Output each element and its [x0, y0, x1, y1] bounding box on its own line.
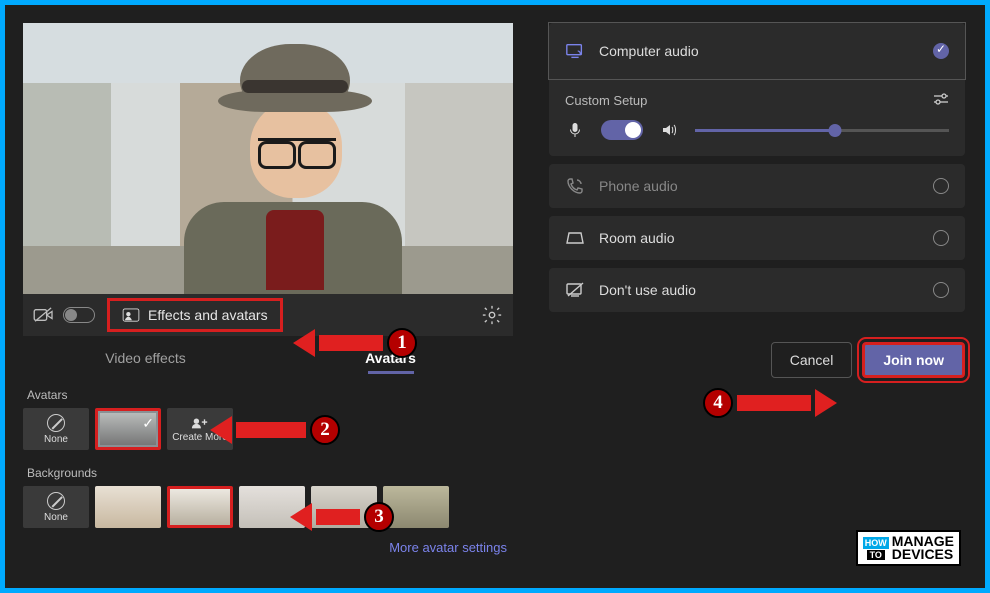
tab-video-effects[interactable]: Video effects	[23, 350, 268, 374]
room-icon	[565, 231, 585, 245]
create-more-icon	[191, 416, 209, 430]
left-pane: Effects and avatars Video effects Avatar…	[5, 5, 533, 588]
video-preview	[23, 23, 513, 294]
custom-setup-row[interactable]: Custom Setup	[549, 79, 965, 114]
phone-audio-card[interactable]: Phone audio	[549, 164, 965, 208]
watermark: HOW TO MANAGE DEVICES	[856, 530, 961, 566]
effects-label: Effects and avatars	[148, 307, 268, 323]
audio-controls	[549, 114, 965, 156]
tab-avatars[interactable]: Avatars	[268, 350, 513, 374]
effects-icon	[122, 308, 140, 322]
computer-audio-icon	[565, 42, 585, 60]
background-none[interactable]: None	[23, 486, 89, 528]
effects-and-avatars-button[interactable]: Effects and avatars	[107, 298, 283, 332]
settings-button[interactable]	[481, 304, 503, 326]
video-toolbar: Effects and avatars	[23, 294, 513, 336]
microphone-toggle[interactable]	[601, 120, 643, 140]
computer-audio-row[interactable]: Computer audio	[549, 23, 965, 79]
computer-audio-card[interactable]: Computer audio Custom Setup	[549, 23, 965, 156]
backgrounds-label: Backgrounds	[27, 466, 533, 480]
background-option-5[interactable]	[383, 486, 449, 528]
phone-audio-row[interactable]: Phone audio	[549, 164, 965, 208]
speaker-icon	[659, 122, 679, 138]
watermark-to: TO	[867, 550, 885, 560]
phone-icon	[565, 177, 585, 195]
phone-audio-radio[interactable]	[933, 178, 949, 194]
none-label: None	[44, 434, 68, 445]
background-option-2-selected[interactable]	[167, 486, 233, 528]
none-icon	[47, 414, 65, 432]
phone-audio-label: Phone audio	[599, 178, 919, 194]
avatars-row: None ✓ Create More	[23, 408, 533, 450]
effects-tabs: Video effects Avatars	[23, 336, 513, 382]
avatars-label: Avatars	[27, 388, 533, 402]
more-avatar-settings-link[interactable]: More avatar settings	[23, 540, 513, 555]
checkmark-icon: ✓	[142, 415, 154, 432]
none-icon	[47, 492, 65, 510]
none-label: None	[44, 512, 68, 523]
camera-off-icon	[33, 307, 55, 323]
right-pane: Computer audio Custom Setup	[533, 5, 985, 588]
watermark-line2: DEVICES	[892, 548, 954, 561]
background-option-1[interactable]	[95, 486, 161, 528]
room-audio-row[interactable]: Room audio	[549, 216, 965, 260]
computer-audio-label: Computer audio	[599, 43, 919, 59]
no-audio-card[interactable]: Don't use audio	[549, 268, 965, 312]
create-more-label: Create More	[172, 432, 228, 443]
volume-slider[interactable]	[695, 129, 949, 132]
no-audio-radio[interactable]	[933, 282, 949, 298]
microphone-icon	[565, 122, 585, 138]
cancel-button[interactable]: Cancel	[771, 342, 853, 378]
custom-setup-label: Custom Setup	[565, 93, 647, 108]
no-audio-icon	[565, 282, 585, 298]
footer-buttons: Cancel Join now	[549, 342, 965, 378]
create-more-avatars[interactable]: Create More	[167, 408, 233, 450]
room-audio-radio[interactable]	[933, 230, 949, 246]
background-option-3[interactable]	[239, 486, 305, 528]
avatar-none[interactable]: None	[23, 408, 89, 450]
no-audio-label: Don't use audio	[599, 282, 919, 298]
background-option-4[interactable]	[311, 486, 377, 528]
sliders-icon	[933, 93, 949, 108]
join-now-button[interactable]: Join now	[862, 342, 965, 378]
room-audio-label: Room audio	[599, 230, 919, 246]
computer-audio-radio[interactable]	[933, 43, 949, 59]
avatar-option-selected[interactable]: ✓	[95, 408, 161, 450]
avatar-figure	[188, 34, 398, 294]
camera-toggle[interactable]	[63, 307, 95, 323]
backgrounds-row: None	[23, 486, 533, 528]
watermark-how: HOW	[863, 537, 889, 549]
room-audio-card[interactable]: Room audio	[549, 216, 965, 260]
no-audio-row[interactable]: Don't use audio	[549, 268, 965, 312]
pre-join-window: Effects and avatars Video effects Avatar…	[5, 5, 985, 588]
